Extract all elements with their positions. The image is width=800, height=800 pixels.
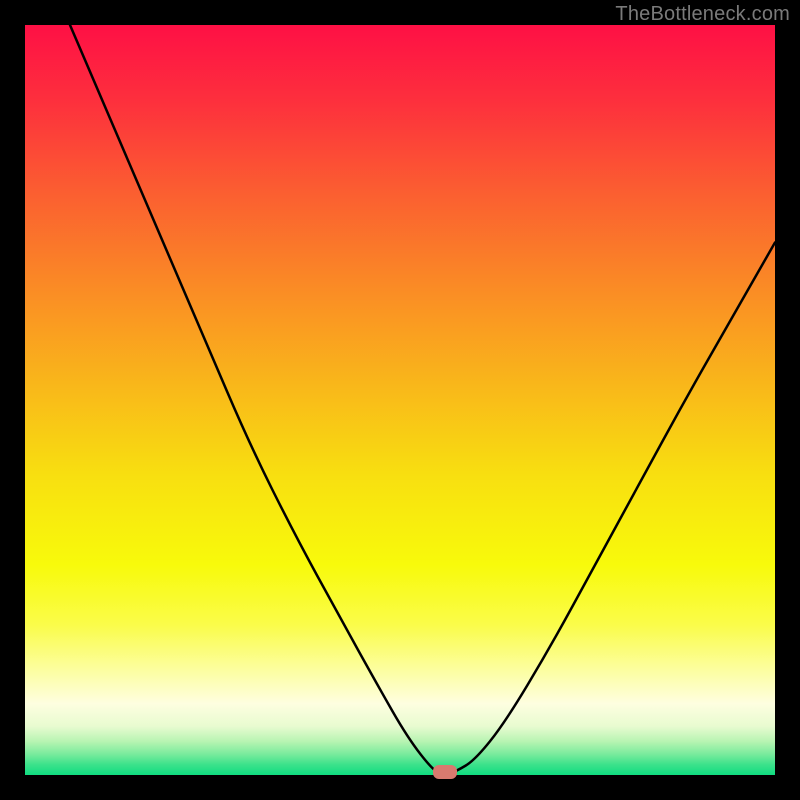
watermark-text: TheBottleneck.com (615, 3, 790, 26)
bottleneck-curve (25, 25, 775, 775)
optimal-point-marker (433, 765, 458, 779)
plot-area (25, 25, 775, 775)
chart-frame: TheBottleneck.com (0, 0, 800, 800)
